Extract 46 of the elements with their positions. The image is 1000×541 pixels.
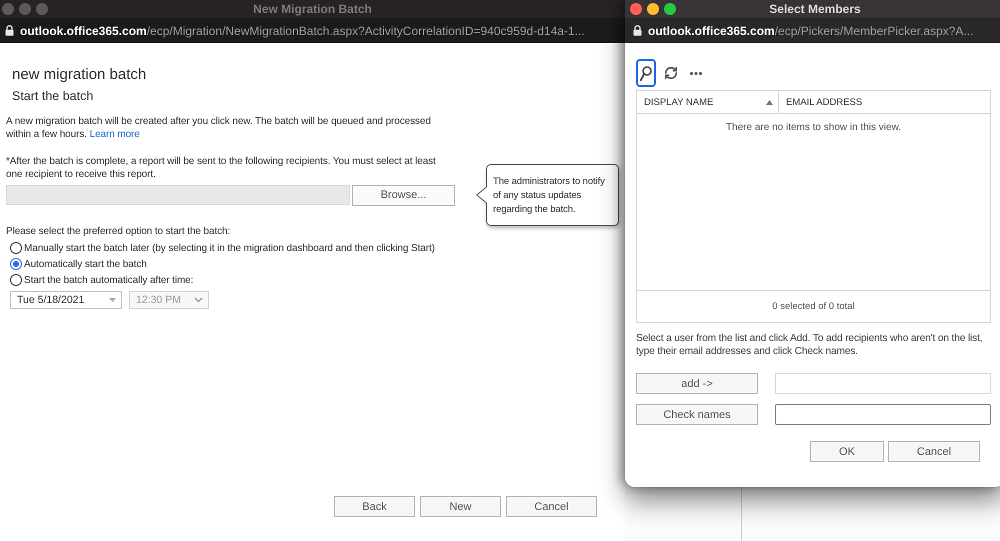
intro-text: A new migration batch will be created after you click new. The batch will be queued and processed within a few hours. Learn more <box>6 115 432 141</box>
close-button[interactable] <box>630 3 642 15</box>
window-title: Select Members <box>769 2 861 16</box>
maximize-button[interactable] <box>664 3 676 15</box>
learn-more-link[interactable]: Learn more <box>90 129 140 140</box>
dialog-button[interactable]: Cancel <box>506 496 597 517</box>
search-icon <box>640 66 652 80</box>
minimize-button[interactable] <box>647 3 659 15</box>
radio-button[interactable] <box>10 242 22 254</box>
recipients-label: *After the batch is complete, a report will be sent to the following recipients. You must select at least one recipient to receive this report. <box>6 155 437 181</box>
dialog-button[interactable]: Cancel <box>888 441 980 462</box>
refresh-icon <box>664 66 678 80</box>
toolbar-button[interactable] <box>636 59 656 87</box>
lock-icon <box>5 25 14 36</box>
browse-button[interactable]: Browse... <box>352 184 455 206</box>
instructions-text: Select a user from the list and click Add. To add recipients who aren't on the list, type their email addresses and click Check names. <box>636 332 984 358</box>
tooltip-pointer <box>476 186 487 204</box>
page-subheading: Start the batch <box>12 88 94 105</box>
radio-label: Automatically start the batch <box>24 258 147 270</box>
lock-icon <box>633 25 642 36</box>
dialog-button[interactable]: OK <box>810 441 884 462</box>
window-title: New Migration Batch <box>253 2 372 16</box>
page-heading: new migration batch <box>12 65 148 85</box>
url-text: outlook.office365.com/ecp/Pickers/MemberPicker.aspx?A... <box>648 24 974 38</box>
tooltip: The administrators to notify of any status updates regarding the batch. <box>486 164 619 226</box>
selection-count: 0 selected of 0 total <box>772 301 855 312</box>
empty-message: There are no items to show in this view. <box>726 122 902 135</box>
more-icon <box>690 72 702 74</box>
start-options-label: Please select the preferred option to start the batch: <box>6 225 232 238</box>
radio-button[interactable] <box>10 274 22 286</box>
add-button[interactable]: add -> <box>636 373 758 394</box>
column-header[interactable]: DISPLAY NAME <box>637 91 779 113</box>
date-dropdown[interactable]: Tue 5/18/2021 <box>10 291 122 309</box>
column-header[interactable]: EMAIL ADDRESS <box>779 91 990 113</box>
radio-button[interactable] <box>10 258 22 270</box>
maximize-button[interactable] <box>36 3 48 15</box>
dialog-button[interactable]: New <box>420 496 501 517</box>
names-input-field[interactable] <box>775 404 991 425</box>
url-text: outlook.office365.com/ecp/Migration/NewMigrationBatch.aspx?ActivityCorrelationID=940c959d-d14a-1... <box>20 24 585 38</box>
radio-label: Manually start the batch later (by selecting it in the migration dashboard and then clicking Start) <box>24 242 435 254</box>
check-names-button[interactable]: Check names <box>636 404 758 425</box>
recipients-field[interactable] <box>6 185 350 205</box>
dialog-button[interactable]: Back <box>334 496 415 517</box>
added-recipients-field[interactable] <box>775 373 991 394</box>
close-button[interactable] <box>2 3 14 15</box>
radio-label: Start the batch automatically after time: <box>24 274 194 286</box>
